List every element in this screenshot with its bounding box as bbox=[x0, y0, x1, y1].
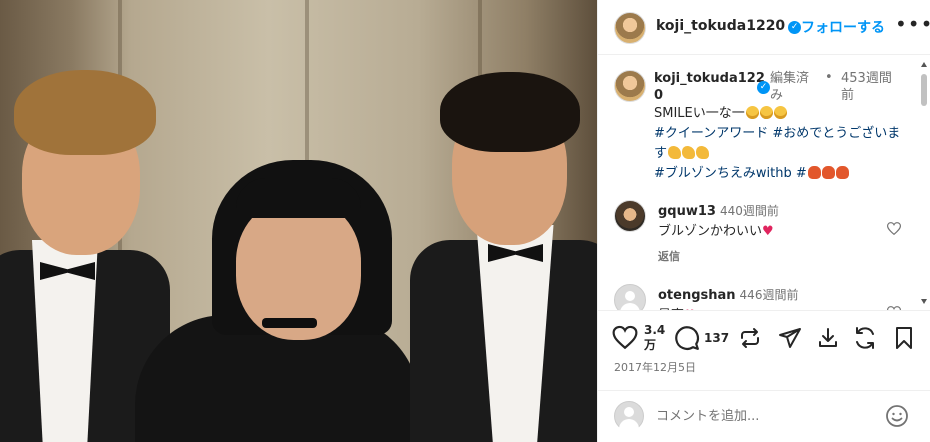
caption-username-line2[interactable]: 0 bbox=[654, 87, 754, 104]
like-count-unit[interactable]: 万 bbox=[644, 338, 665, 353]
post-panel: koji_tokuda1220 ✓ フォローする ••• koji_tokuda1… bbox=[597, 0, 930, 442]
crab-emoji-icon bbox=[821, 166, 835, 179]
commenter-username[interactable]: otengshan bbox=[658, 288, 736, 303]
post-photo[interactable] bbox=[0, 0, 597, 442]
caption-timestamp[interactable]: 453週間前 bbox=[841, 70, 901, 104]
separator-dot: • bbox=[825, 70, 833, 85]
caption-text: SMILEい一な一 #クイーンアワード #おめでとうございます #ブルゾンちえみ… bbox=[654, 104, 904, 184]
smile-emoji-icon bbox=[759, 106, 773, 119]
crab-emoji-icon bbox=[807, 166, 821, 179]
reply-button[interactable]: 返信 bbox=[658, 248, 680, 264]
scroll-down-arrow-icon[interactable] bbox=[921, 299, 927, 304]
post-date[interactable]: 2017年12月5日 bbox=[614, 359, 696, 375]
comment-timestamp[interactable]: 440週間前 bbox=[720, 204, 779, 218]
edited-label: 編集済み bbox=[770, 71, 810, 103]
author-avatar[interactable] bbox=[614, 12, 646, 44]
caption-text-start: SMILEい一な一 bbox=[654, 106, 745, 121]
download-icon[interactable] bbox=[816, 325, 840, 351]
author-username-link[interactable]: koji_tokuda1220 ✓ bbox=[656, 18, 802, 34]
comment-timestamp[interactable]: 446週間前 bbox=[740, 288, 799, 302]
comment-count[interactable]: 137 bbox=[704, 331, 729, 345]
refresh-icon[interactable] bbox=[853, 325, 877, 351]
flexed-arm-emoji-icon bbox=[696, 146, 710, 159]
add-comment-bar bbox=[598, 390, 930, 442]
scroll-up-arrow-icon[interactable] bbox=[921, 62, 927, 67]
current-user-avatar bbox=[614, 401, 644, 431]
crab-emoji-icon bbox=[835, 166, 849, 179]
post-header: koji_tokuda1220 ✓ フォローする ••• bbox=[598, 0, 930, 55]
like-count[interactable]: 3.4 万 bbox=[644, 323, 665, 353]
more-options-icon[interactable]: ••• bbox=[895, 12, 930, 36]
commenter-username[interactable]: gquw13 bbox=[658, 204, 716, 219]
like-heart-icon[interactable] bbox=[612, 325, 638, 351]
comment-bubble-icon[interactable] bbox=[674, 325, 700, 351]
author-username[interactable]: koji_tokuda1220 bbox=[656, 18, 785, 34]
comment-text-body: ブルゾンかわいい bbox=[658, 224, 763, 239]
scrollbar-thumb[interactable] bbox=[921, 74, 927, 106]
share-send-icon[interactable] bbox=[778, 325, 802, 351]
commenter-avatar[interactable] bbox=[614, 200, 646, 232]
hashtag-crab[interactable]: # bbox=[796, 166, 807, 181]
heart-emoji-icon: ♥ bbox=[762, 224, 774, 239]
action-bar: 3.4 万 137 2017年12月5日 bbox=[598, 310, 930, 380]
commenter-avatar[interactable] bbox=[614, 284, 646, 310]
like-count-number[interactable]: 3.4 bbox=[644, 323, 665, 338]
comments-list[interactable]: koji_tokuda122 0 ✓ 編集済み • 453週間前 SMILEい一… bbox=[598, 56, 930, 310]
caption-username-line1[interactable]: koji_tokuda122 bbox=[654, 70, 765, 87]
caption-username[interactable]: koji_tokuda122 0 ✓ bbox=[654, 70, 770, 104]
flexed-arm-emoji-icon bbox=[668, 146, 682, 159]
flexed-arm-emoji-icon bbox=[682, 146, 696, 159]
comment-like-icon[interactable] bbox=[887, 222, 901, 235]
comment-text: ブルゾンかわいい♥ bbox=[658, 220, 774, 239]
smiley-emoji-icon bbox=[773, 106, 787, 119]
bookmark-icon[interactable] bbox=[892, 325, 916, 351]
grin-emoji-icon bbox=[745, 106, 759, 119]
verified-badge-icon: ✓ bbox=[757, 81, 770, 94]
caption-avatar[interactable] bbox=[614, 70, 646, 102]
comment-header: gquw13 440週間前 bbox=[658, 202, 779, 219]
follow-button[interactable]: フォローする bbox=[801, 17, 885, 37]
hashtag-queen-award[interactable]: #クイーンアワード bbox=[654, 126, 768, 141]
hashtag-blouson-chiemi[interactable]: #ブルゾンちえみwithb bbox=[654, 166, 792, 181]
comment-header: otengshan 446週間前 bbox=[658, 286, 798, 303]
comment-input[interactable] bbox=[656, 405, 876, 427]
comments-scrollbar[interactable] bbox=[920, 56, 928, 310]
emoji-picker-icon[interactable] bbox=[885, 404, 909, 428]
verified-badge-icon: ✓ bbox=[788, 21, 802, 34]
repost-icon[interactable] bbox=[738, 325, 762, 351]
